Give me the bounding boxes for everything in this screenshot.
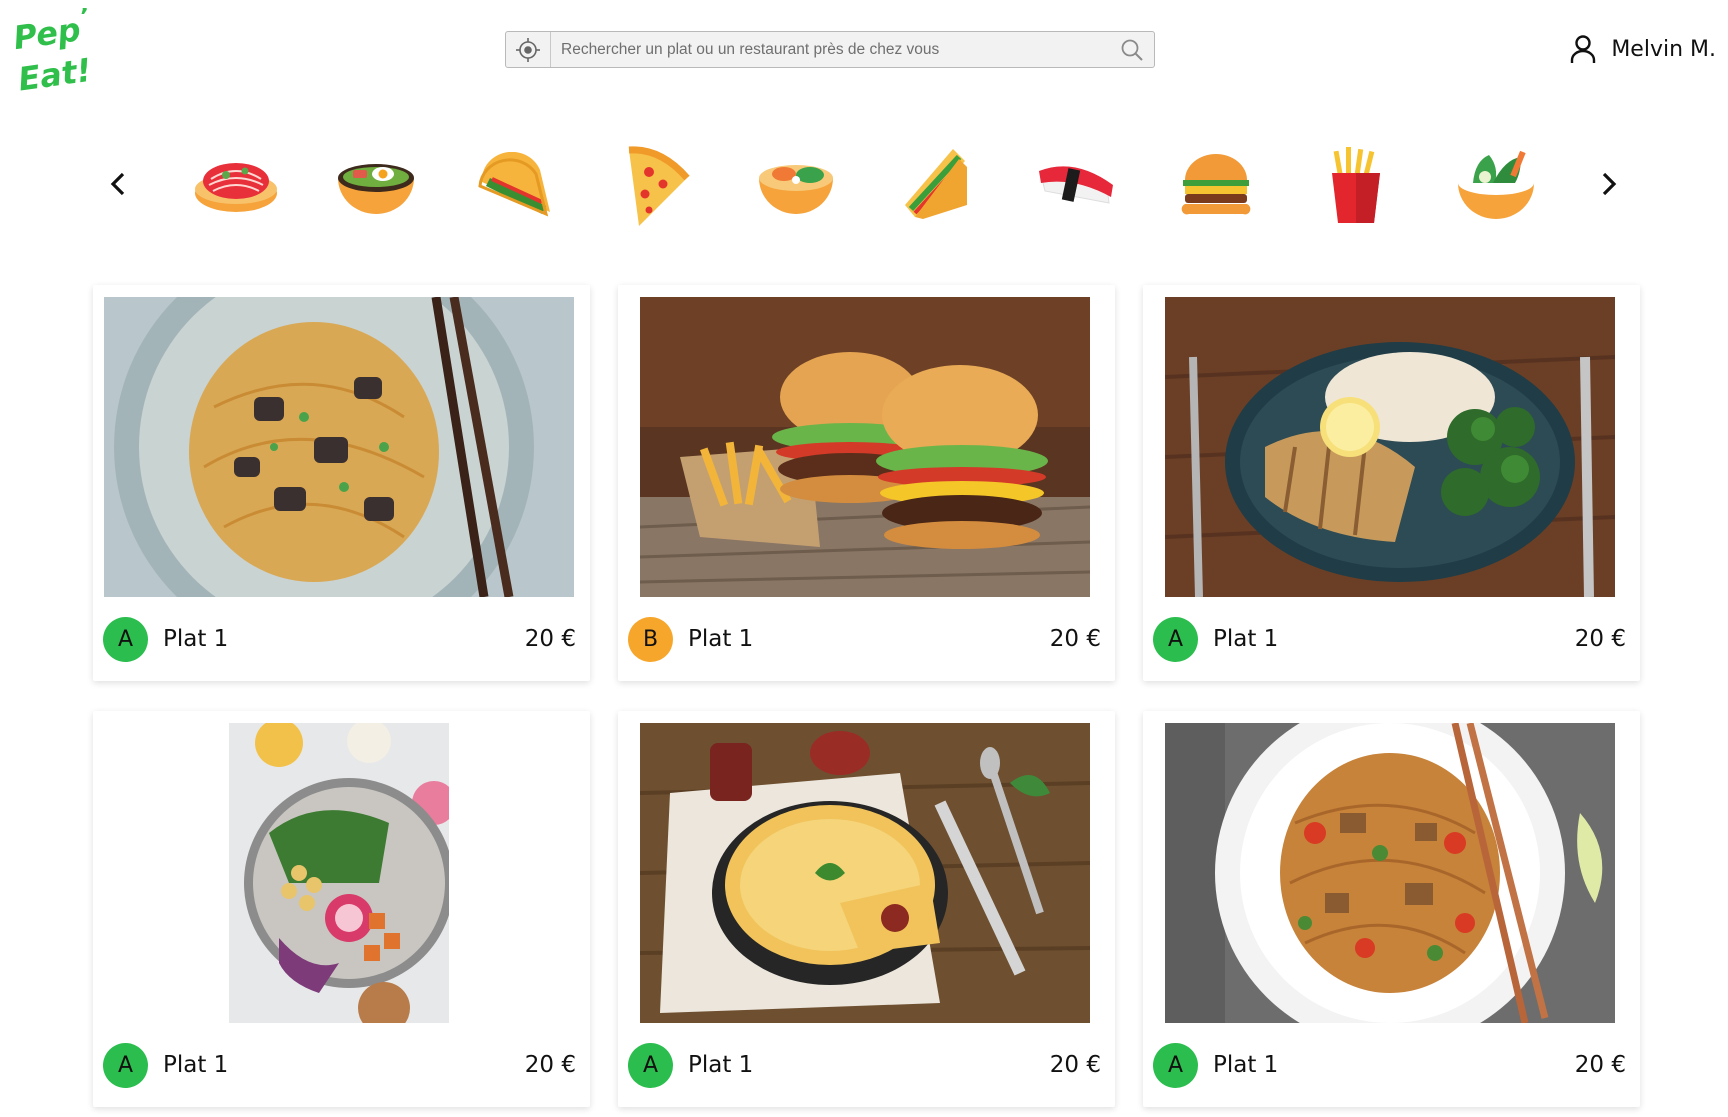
categories-prev-button[interactable] bbox=[98, 164, 138, 204]
grade-letter: B bbox=[642, 626, 659, 652]
dish-info: B Plat 1 20 € bbox=[628, 616, 1101, 662]
user-menu[interactable]: Melvin M. bbox=[1569, 34, 1716, 64]
grade-letter: A bbox=[1167, 626, 1184, 652]
grade-badge: A bbox=[628, 1042, 673, 1088]
grade-letter: A bbox=[117, 626, 134, 652]
chevron-left-icon bbox=[110, 172, 125, 196]
dish-price: 20 € bbox=[1574, 626, 1626, 652]
category-salad[interactable] bbox=[1446, 142, 1546, 228]
dish-info: A Plat 1 20 € bbox=[103, 616, 576, 662]
dish-name: Plat 1 bbox=[163, 1052, 229, 1078]
grade-badge: B bbox=[628, 616, 673, 662]
spaghetti-icon bbox=[195, 163, 277, 212]
pepeat-logo[interactable]: Pep ’ Eat! bbox=[11, 2, 104, 99]
poke-bowl-icon bbox=[759, 165, 833, 214]
category-sushi[interactable] bbox=[1026, 142, 1126, 228]
user-name: Melvin M. bbox=[1611, 36, 1716, 62]
category-burger[interactable] bbox=[1166, 142, 1266, 228]
dish-photo bbox=[1165, 723, 1615, 1023]
burger-icon bbox=[1181, 154, 1251, 215]
sandwich-icon bbox=[905, 149, 967, 219]
search-icon[interactable] bbox=[1110, 32, 1154, 67]
dish-photo bbox=[640, 297, 1090, 597]
dish-price: 20 € bbox=[1049, 1052, 1101, 1078]
category-sandwich[interactable] bbox=[886, 142, 986, 228]
dish-photo bbox=[640, 723, 1090, 1023]
dish-name: Plat 1 bbox=[688, 1052, 754, 1078]
fries-icon bbox=[1332, 147, 1380, 223]
category-ramen[interactable] bbox=[326, 142, 426, 228]
dish-card[interactable]: B Plat 1 20 € bbox=[618, 285, 1115, 681]
dish-price: 20 € bbox=[524, 626, 576, 652]
dish-photo bbox=[104, 297, 574, 597]
taco-icon bbox=[478, 152, 550, 217]
dish-photo bbox=[229, 723, 449, 1023]
category-poke-bowl[interactable] bbox=[746, 142, 846, 228]
category-pizza[interactable] bbox=[606, 142, 706, 228]
dish-info: A Plat 1 20 € bbox=[628, 1042, 1101, 1088]
category-spaghetti[interactable] bbox=[186, 142, 286, 228]
svg-text:Eat!: Eat! bbox=[16, 51, 94, 94]
grade-letter: A bbox=[117, 1052, 134, 1078]
dish-card[interactable]: A Plat 1 20 € bbox=[93, 285, 590, 681]
grade-letter: A bbox=[642, 1052, 659, 1078]
dish-card[interactable]: A Plat 1 20 € bbox=[93, 711, 590, 1107]
dish-price: 20 € bbox=[1049, 626, 1101, 652]
dish-name: Plat 1 bbox=[1213, 1052, 1279, 1078]
dish-info: A Plat 1 20 € bbox=[103, 1042, 576, 1088]
chevron-right-icon bbox=[1602, 172, 1617, 196]
dish-card[interactable]: A Plat 1 20 € bbox=[1143, 285, 1640, 681]
ramen-icon bbox=[338, 164, 414, 214]
pizza-icon bbox=[628, 146, 690, 226]
dish-name: Plat 1 bbox=[163, 626, 229, 652]
grade-badge: A bbox=[103, 1042, 148, 1088]
grade-badge: A bbox=[103, 616, 148, 662]
category-carousel bbox=[186, 142, 1546, 228]
dish-name: Plat 1 bbox=[1213, 626, 1279, 652]
dish-price: 20 € bbox=[524, 1052, 576, 1078]
dish-card[interactable]: A Plat 1 20 € bbox=[618, 711, 1115, 1107]
locate-icon[interactable] bbox=[506, 32, 551, 67]
dish-name: Plat 1 bbox=[688, 626, 754, 652]
sushi-icon bbox=[1039, 166, 1113, 204]
category-taco[interactable] bbox=[466, 142, 566, 228]
category-fries[interactable] bbox=[1306, 142, 1406, 228]
dish-price: 20 € bbox=[1574, 1052, 1626, 1078]
categories-next-button[interactable] bbox=[1589, 164, 1629, 204]
search-input[interactable] bbox=[551, 32, 1110, 67]
dish-info: A Plat 1 20 € bbox=[1153, 616, 1626, 662]
dish-card[interactable]: A Plat 1 20 € bbox=[1143, 711, 1640, 1107]
grade-badge: A bbox=[1153, 1042, 1198, 1088]
dish-info: A Plat 1 20 € bbox=[1153, 1042, 1626, 1088]
svg-text:Pep: Pep bbox=[12, 10, 83, 57]
grade-letter: A bbox=[1167, 1052, 1184, 1078]
svg-text:’: ’ bbox=[80, 8, 89, 30]
search-bar bbox=[505, 31, 1155, 68]
dish-photo bbox=[1165, 297, 1615, 597]
user-icon bbox=[1571, 35, 1596, 63]
grade-badge: A bbox=[1153, 616, 1198, 662]
salad-icon bbox=[1458, 150, 1534, 219]
